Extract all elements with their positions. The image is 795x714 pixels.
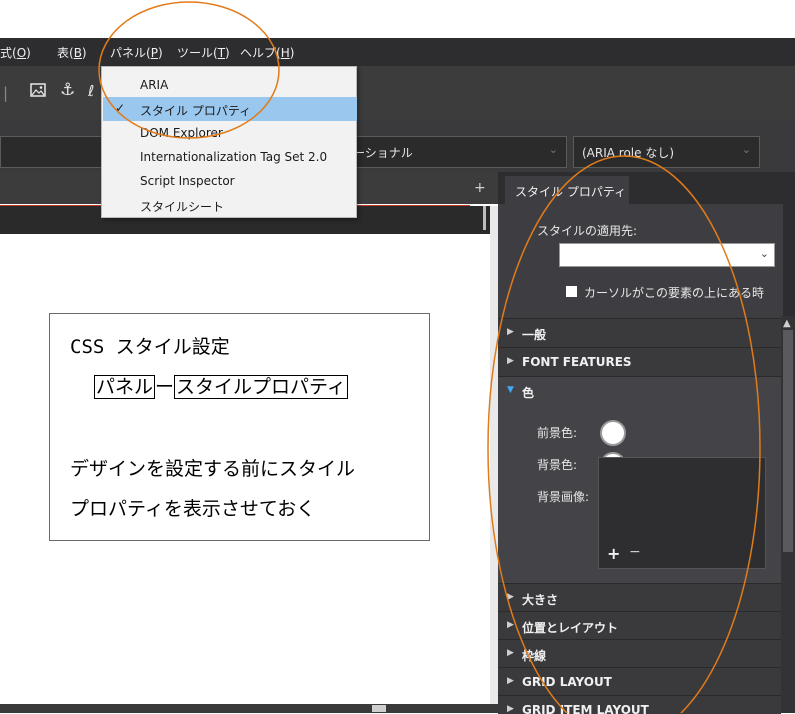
menu-panel[interactable]: パネル(P) <box>110 44 163 61</box>
menu-item-script-inspector[interactable]: Script Inspector <box>103 169 357 193</box>
section-font-features[interactable]: ▶ FONT FEATURES <box>498 347 781 376</box>
hover-checkbox-label: カーソルがこの要素の上にある時 <box>584 286 765 300</box>
section-size-label: 大きさ <box>522 593 559 607</box>
menu-bar: 式(O) 表(B) パネル(P) ツール(T) ヘルプ(H) <box>0 38 795 66</box>
add-tab-button[interactable]: + <box>474 180 486 196</box>
menu-item-style-properties[interactable]: ✓ スタイル プロパティ <box>103 97 357 121</box>
menu-format[interactable]: 式(O) <box>0 44 31 61</box>
section-border[interactable]: ▶ 枠線 <box>498 639 781 668</box>
apply-to-select[interactable]: ⌄ <box>559 243 775 267</box>
menu-item-stylesheet[interactable]: スタイルシート <box>103 193 357 217</box>
section-grid-item-layout[interactable]: ▶ GRID ITEM LAYOUT <box>498 695 781 714</box>
note-separator: ー <box>155 376 175 398</box>
hover-checkbox[interactable] <box>566 286 577 297</box>
note-instruction-1: デザインを設定する前にスタイル <box>70 458 356 480</box>
image-icon[interactable] <box>30 83 46 101</box>
horizontal-scrollbar[interactable] <box>0 704 498 713</box>
menu-item-aria[interactable]: ARIA <box>103 73 357 97</box>
chevron-right-icon: ▶ <box>507 356 514 366</box>
section-border-label: 枠線 <box>522 649 547 663</box>
chevron-down-icon: ▼ <box>507 385 514 395</box>
section-color[interactable]: ▼ 色 <box>498 376 781 405</box>
aria-role-value: (ARIA role なし) <box>582 146 675 160</box>
canvas-scroll-marker <box>483 206 486 230</box>
section-size[interactable]: ▶ 大きさ <box>498 583 781 612</box>
section-grid-item-layout-label: GRID ITEM LAYOUT <box>522 703 649 714</box>
chevron-right-icon: ▶ <box>507 676 514 686</box>
aria-role-select[interactable]: (ARIA role なし) ⌄ <box>573 136 760 168</box>
menu-tools[interactable]: ツール(T) <box>177 44 230 61</box>
section-general[interactable]: ▶ 一般 <box>498 318 781 347</box>
annotation-note: CSS スタイル設定 パネルースタイルプロパティ デザインを設定する前にスタイル… <box>49 313 430 541</box>
checkmark-icon: ✓ <box>115 101 126 115</box>
canvas-splitter[interactable] <box>483 206 498 704</box>
chevron-right-icon: ▶ <box>507 620 514 630</box>
note-title: CSS スタイル設定 <box>70 336 230 358</box>
chevron-down-icon: ⌄ <box>759 247 769 260</box>
menu-table[interactable]: 表(B) <box>57 44 87 61</box>
foreground-color-swatch[interactable] <box>600 420 626 446</box>
section-grid-layout[interactable]: ▶ GRID LAYOUT <box>498 667 781 696</box>
chevron-down-icon: ⌄ <box>548 143 558 156</box>
note-menu-word: パネル <box>94 375 156 399</box>
chevron-down-icon: ⌄ <box>741 143 751 156</box>
section-position-layout[interactable]: ▶ 位置とレイアウト <box>498 611 781 640</box>
link-icon[interactable]: ℓ <box>88 82 94 100</box>
apply-to-label: スタイルの適用先: <box>537 224 638 238</box>
background-image-label: 背景画像: <box>537 490 590 504</box>
menu-item-its[interactable]: Internationalization Tag Set 2.0 <box>103 145 357 169</box>
remove-background-image-button[interactable]: − <box>629 544 641 560</box>
note-instruction-2: プロパティを表示させておく <box>70 498 316 520</box>
foreground-color-label: 前景色: <box>537 426 578 440</box>
panel-menu-dropdown: ARIA ✓ スタイル プロパティ DOM Explorer Internatio… <box>101 66 357 218</box>
note-menu-path: パネルースタイルプロパティ <box>94 372 348 399</box>
chevron-right-icon: ▶ <box>507 592 514 602</box>
menu-help[interactable]: ヘルプ(H) <box>240 44 294 61</box>
section-color-label: 色 <box>522 386 535 400</box>
add-background-image-button[interactable]: + <box>607 544 620 563</box>
toolbar-edge: | <box>3 84 9 102</box>
section-grid-layout-label: GRID LAYOUT <box>522 675 612 689</box>
section-position-layout-label: 位置とレイアウト <box>522 621 619 635</box>
section-general-label: 一般 <box>522 328 547 342</box>
section-font-features-label: FONT FEATURES <box>522 355 632 369</box>
chevron-right-icon: ▶ <box>507 327 514 337</box>
anchor-icon[interactable]: ⚓ <box>60 80 75 100</box>
menu-item-dom-explorer[interactable]: DOM Explorer <box>103 121 357 145</box>
scroll-up-icon[interactable]: ▲ <box>783 318 791 329</box>
note-submenu-word: スタイルプロパティ <box>174 375 348 399</box>
tab-style-properties[interactable]: スタイル プロパティ <box>505 176 629 204</box>
background-color-label: 背景色: <box>537 458 578 472</box>
background-image-list[interactable]: + − <box>598 457 766 569</box>
panel-scrollbar-thumb[interactable] <box>783 330 793 552</box>
scroll-thumb[interactable] <box>372 705 386 712</box>
chevron-right-icon: ▶ <box>507 648 514 658</box>
